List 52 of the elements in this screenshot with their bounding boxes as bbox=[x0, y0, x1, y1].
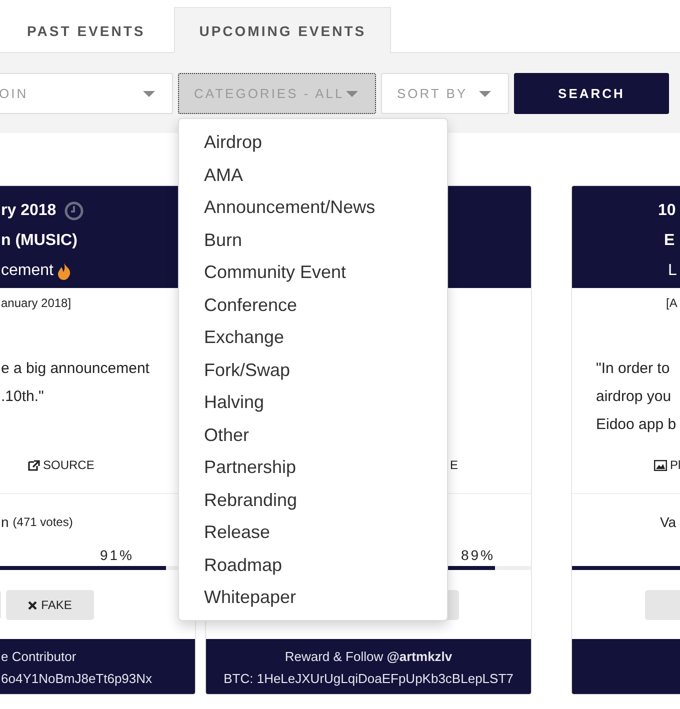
event-category: L bbox=[668, 262, 677, 280]
fire-icon bbox=[58, 262, 72, 280]
vote-result: n bbox=[1, 514, 9, 530]
menu-item[interactable]: Airdrop bbox=[179, 126, 447, 158]
source-link[interactable]: SOURCE bbox=[28, 451, 94, 479]
description-line: e a big announcement bbox=[1, 359, 150, 379]
menu-item[interactable]: AMA bbox=[179, 158, 447, 191]
footer-text: BTC: 1HeLeJXUrUgLqiDoaEFpUpKb3cBLepLST7 bbox=[222, 670, 514, 688]
close-icon bbox=[28, 600, 38, 610]
footer-text: 6o4Y1NoBmJ8eTt6p93Nx bbox=[0, 670, 154, 688]
menu-item[interactable]: Other bbox=[179, 418, 447, 451]
menu-item[interactable]: Halving bbox=[179, 386, 447, 418]
clock-icon bbox=[64, 201, 84, 221]
event-category: cement bbox=[1, 262, 54, 280]
menu-item[interactable]: Partnership bbox=[179, 451, 447, 484]
menu-item[interactable]: Whitepaper bbox=[179, 581, 447, 614]
footer-text: e Contributor bbox=[0, 648, 78, 666]
added-date: [A bbox=[666, 296, 678, 310]
external-link-icon bbox=[28, 460, 40, 470]
coin-name: E bbox=[664, 232, 675, 250]
menu-item[interactable]: Burn bbox=[179, 224, 447, 256]
image-icon bbox=[654, 460, 667, 470]
vote-percent: 89% bbox=[460, 547, 495, 563]
fake-button[interactable]: FAKE bbox=[6, 590, 94, 620]
menu-item[interactable]: Community Event bbox=[179, 256, 447, 288]
menu-item[interactable]: Roadmap bbox=[179, 548, 447, 581]
event-date: ry 2018 bbox=[1, 202, 56, 220]
description-line: Eidoo app b bbox=[596, 415, 678, 435]
vote-percent: 91% bbox=[100, 547, 134, 563]
description-line: "In order to bbox=[596, 359, 671, 379]
event-date: 10 bbox=[658, 202, 676, 220]
vote-count: (471 votes) bbox=[12, 515, 73, 529]
menu-item[interactable]: Rebranding bbox=[179, 484, 447, 516]
menu-item[interactable]: Conference bbox=[179, 288, 447, 321]
menu-item[interactable]: Fork/Swap bbox=[179, 354, 447, 386]
caret-icon bbox=[346, 90, 358, 96]
source-link[interactable]: E bbox=[450, 451, 458, 479]
vote-result: Va bbox=[660, 514, 676, 530]
footer-text: Reward & Follow @artmkzlv bbox=[284, 648, 454, 666]
description-line: airdrop you bbox=[596, 387, 672, 407]
added-date: anuary 2018] bbox=[1, 296, 72, 310]
caret-icon bbox=[479, 90, 491, 96]
description-line: .10th." bbox=[1, 387, 45, 407]
source-link[interactable]: Pl bbox=[654, 451, 680, 479]
menu-item[interactable]: Release bbox=[179, 516, 447, 548]
search-button[interactable]: SEARCH bbox=[514, 73, 669, 114]
tab[interactable]: UPCOMING EVENTS bbox=[174, 7, 392, 54]
tab[interactable]: PAST EVENTS bbox=[2, 7, 170, 54]
menu-item[interactable]: Announcement/News bbox=[179, 191, 447, 224]
caret-icon bbox=[143, 90, 155, 96]
menu-item[interactable]: Exchange bbox=[179, 321, 447, 354]
coin-name: n (MUSIC) bbox=[1, 232, 78, 250]
